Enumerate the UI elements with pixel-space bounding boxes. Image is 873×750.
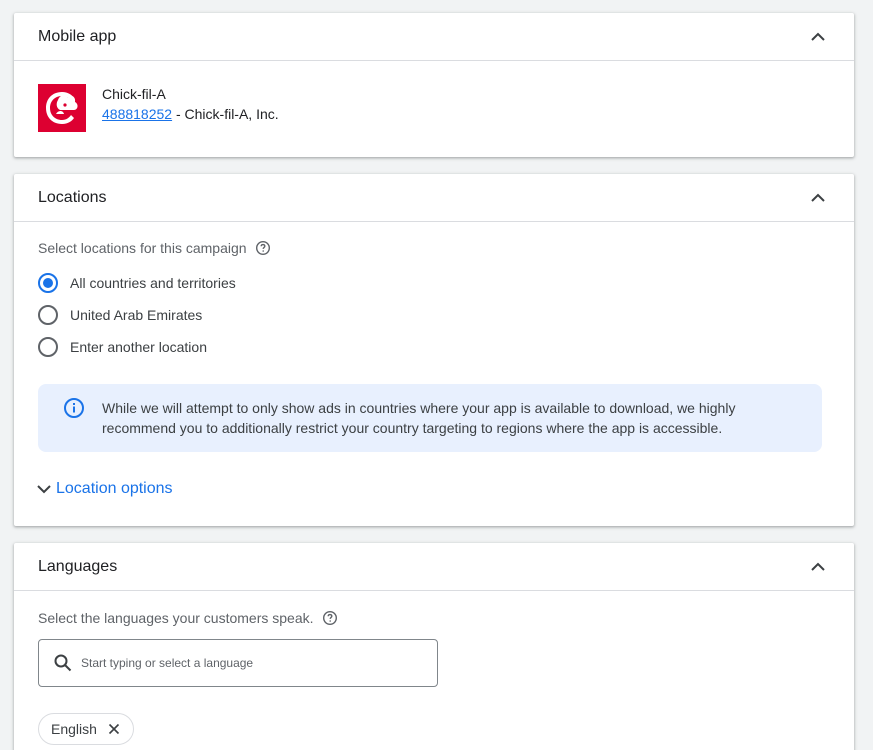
info-icon [62,396,86,420]
locations-helper: Select locations for this campaign [38,239,830,257]
locations-title: Locations [38,188,107,206]
help-icon[interactable] [322,610,338,626]
locations-helper-text: Select locations for this campaign [38,240,247,256]
chick-fil-a-logo-icon [38,84,86,132]
language-search-input[interactable] [81,656,421,670]
radio-enter-another-location[interactable]: Enter another location [38,331,830,363]
radio-button[interactable] [38,305,58,325]
chip-label: English [51,721,97,737]
location-options-toggle[interactable]: Location options [34,479,830,499]
location-options-label: Location options [56,480,173,497]
info-banner: While we will attempt to only show ads i… [38,384,822,452]
mobile-app-header[interactable]: Mobile app [14,13,854,61]
radio-all-countries[interactable]: All countries and territories [38,267,830,299]
mobile-app-title: Mobile app [38,27,117,45]
chevron-up-icon[interactable] [806,186,830,210]
radio-label: All countries and territories [70,275,236,291]
app-id-line: 488818252 - Chick-fil-A, Inc. [102,104,279,124]
help-icon[interactable] [255,240,271,256]
language-search-box[interactable] [38,639,438,687]
languages-card: Languages Select the languages your cust… [14,543,854,750]
radio-united-arab-emirates[interactable]: United Arab Emirates [38,299,830,331]
app-row: Chick-fil-A 488818252 - Chick-fil-A, Inc… [14,61,854,132]
languages-title: Languages [38,557,118,575]
info-text: While we will attempt to only show ads i… [102,400,736,436]
app-info: Chick-fil-A 488818252 - Chick-fil-A, Inc… [102,84,279,124]
location-radio-group: All countries and territories United Ara… [38,267,830,363]
languages-helper: Select the languages your customers spea… [38,609,830,627]
chevron-up-icon[interactable] [806,25,830,49]
app-id-link[interactable]: 488818252 [102,106,172,122]
radio-label: Enter another location [70,339,207,355]
locations-card: Locations Select locations for this camp… [14,174,854,526]
radio-button[interactable] [38,337,58,357]
languages-header[interactable]: Languages [14,543,854,591]
chevron-up-icon[interactable] [806,555,830,579]
radio-label: United Arab Emirates [70,307,203,323]
language-chip-english: English [38,713,134,745]
app-publisher: - Chick-fil-A, Inc. [172,106,279,122]
chevron-down-icon [37,485,51,494]
close-icon[interactable] [105,720,123,738]
mobile-app-card: Mobile app Chick-fil-A 488818252 - Chick… [14,13,854,157]
locations-header[interactable]: Locations [14,174,854,222]
radio-button-checked[interactable] [38,273,58,293]
app-name: Chick-fil-A [102,86,166,102]
languages-helper-text: Select the languages your customers spea… [38,610,314,626]
search-icon [54,654,72,672]
